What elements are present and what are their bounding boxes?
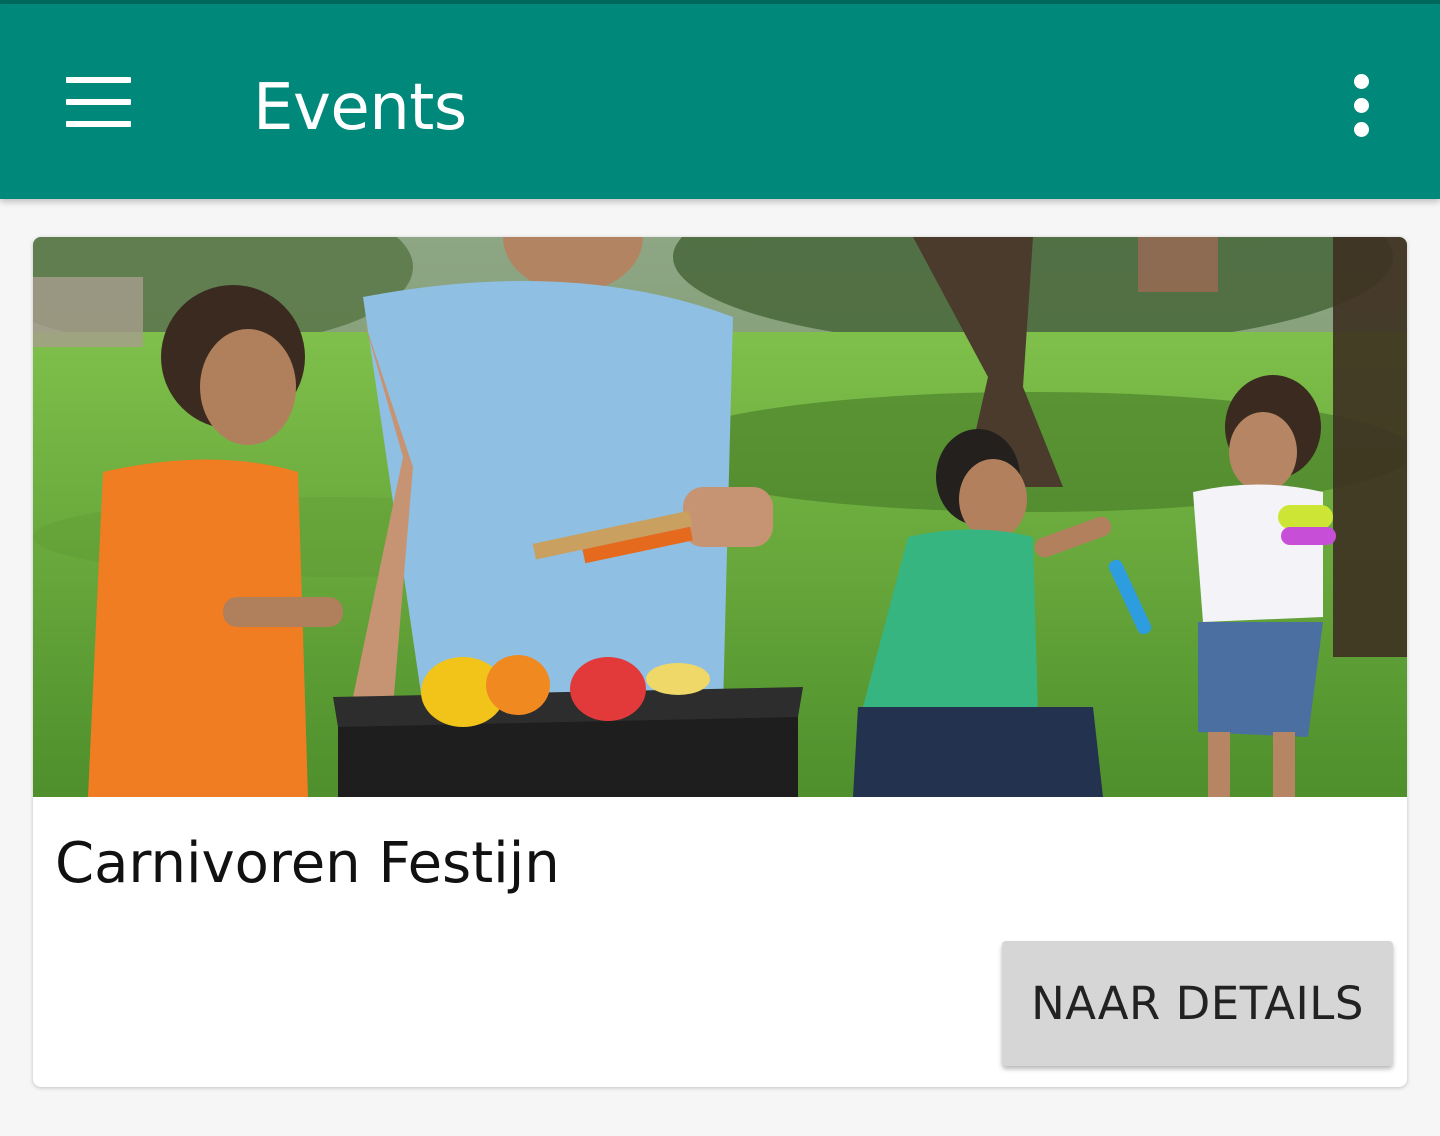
details-button[interactable]: NAAR DETAILS	[1002, 941, 1393, 1066]
overflow-menu-button[interactable]	[1326, 64, 1398, 148]
event-title: Carnivoren Festijn	[55, 831, 560, 896]
event-image	[33, 237, 1407, 797]
app-bar: Events	[0, 4, 1440, 199]
menu-button[interactable]	[50, 62, 146, 142]
page-title: Events	[253, 71, 467, 145]
event-card: Carnivoren Festijn NAAR DETAILS	[33, 237, 1407, 1087]
